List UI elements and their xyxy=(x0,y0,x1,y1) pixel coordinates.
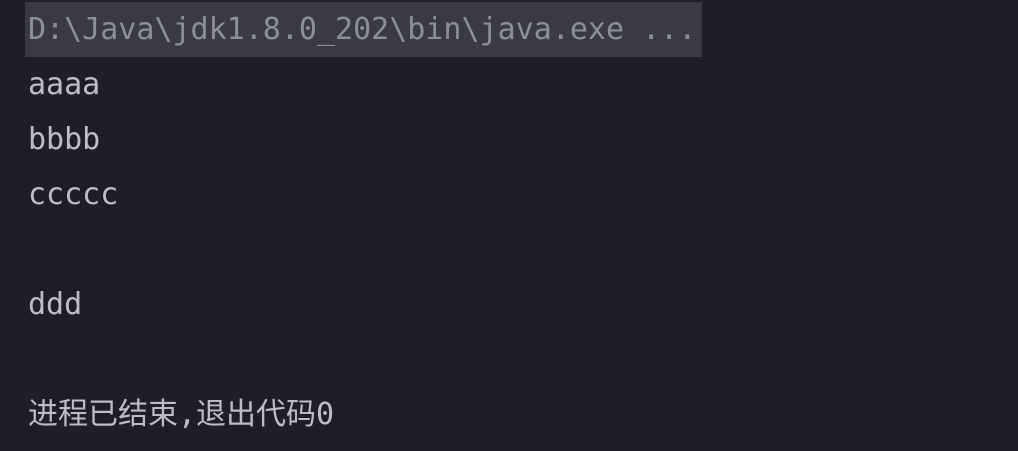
output-line: aaaa xyxy=(28,67,101,102)
output-line: ddd xyxy=(28,287,83,322)
output-line: bbbb xyxy=(28,122,101,157)
command-line[interactable]: D:\Java\jdk1.8.0_202\bin\java.exe ... xyxy=(25,2,703,57)
run-console-output[interactable]: D:\Java\jdk1.8.0_202\bin\java.exe ... aa… xyxy=(0,0,1018,451)
process-exit-message: 进程已结束,退出代码0 xyxy=(28,397,335,432)
output-line: ccccc xyxy=(28,177,119,212)
